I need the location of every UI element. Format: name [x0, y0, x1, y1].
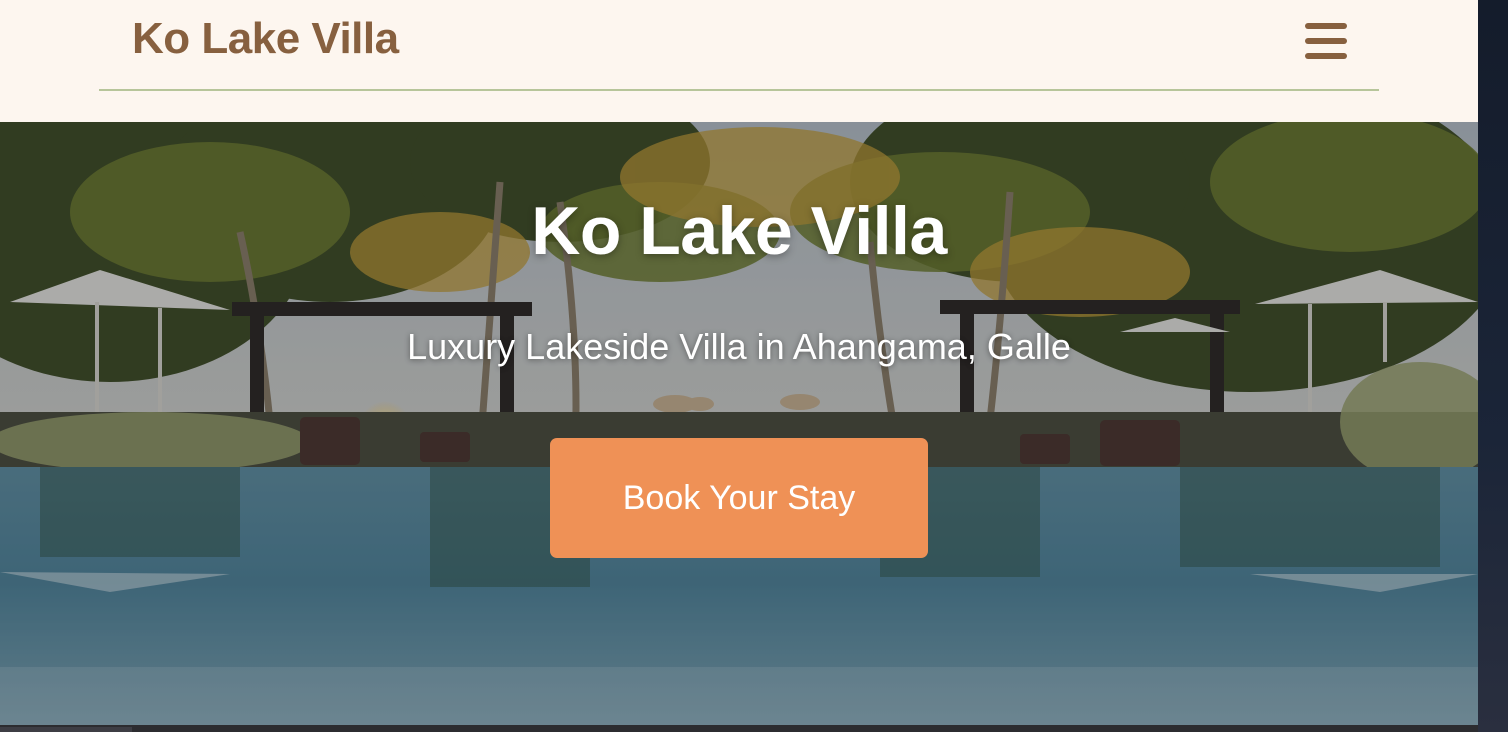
- hero-section: Ko Lake Villa Luxury Lakeside Villa in A…: [0, 122, 1478, 725]
- hamburger-menu-icon[interactable]: [1303, 20, 1349, 62]
- site-logo[interactable]: Ko Lake Villa: [132, 14, 399, 64]
- site-header: Ko Lake Villa: [0, 0, 1478, 122]
- menu-bar: [1305, 38, 1347, 44]
- book-your-stay-button[interactable]: Book Your Stay: [550, 438, 928, 558]
- header-container: Ko Lake Villa: [99, 0, 1379, 91]
- horizontal-scrollbar[interactable]: [0, 725, 1478, 732]
- menu-bar: [1305, 53, 1347, 59]
- scrollbar-thumb[interactable]: [0, 727, 132, 732]
- browser-viewport: Ko Lake Villa Ko Lake Villa Luxury Lakes…: [0, 0, 1478, 725]
- menu-bar: [1305, 23, 1347, 29]
- window-edge: [1478, 0, 1508, 732]
- hero-subtitle: Luxury Lakeside Villa in Ahangama, Galle: [407, 326, 1071, 367]
- hero-title: Ko Lake Villa: [531, 193, 947, 269]
